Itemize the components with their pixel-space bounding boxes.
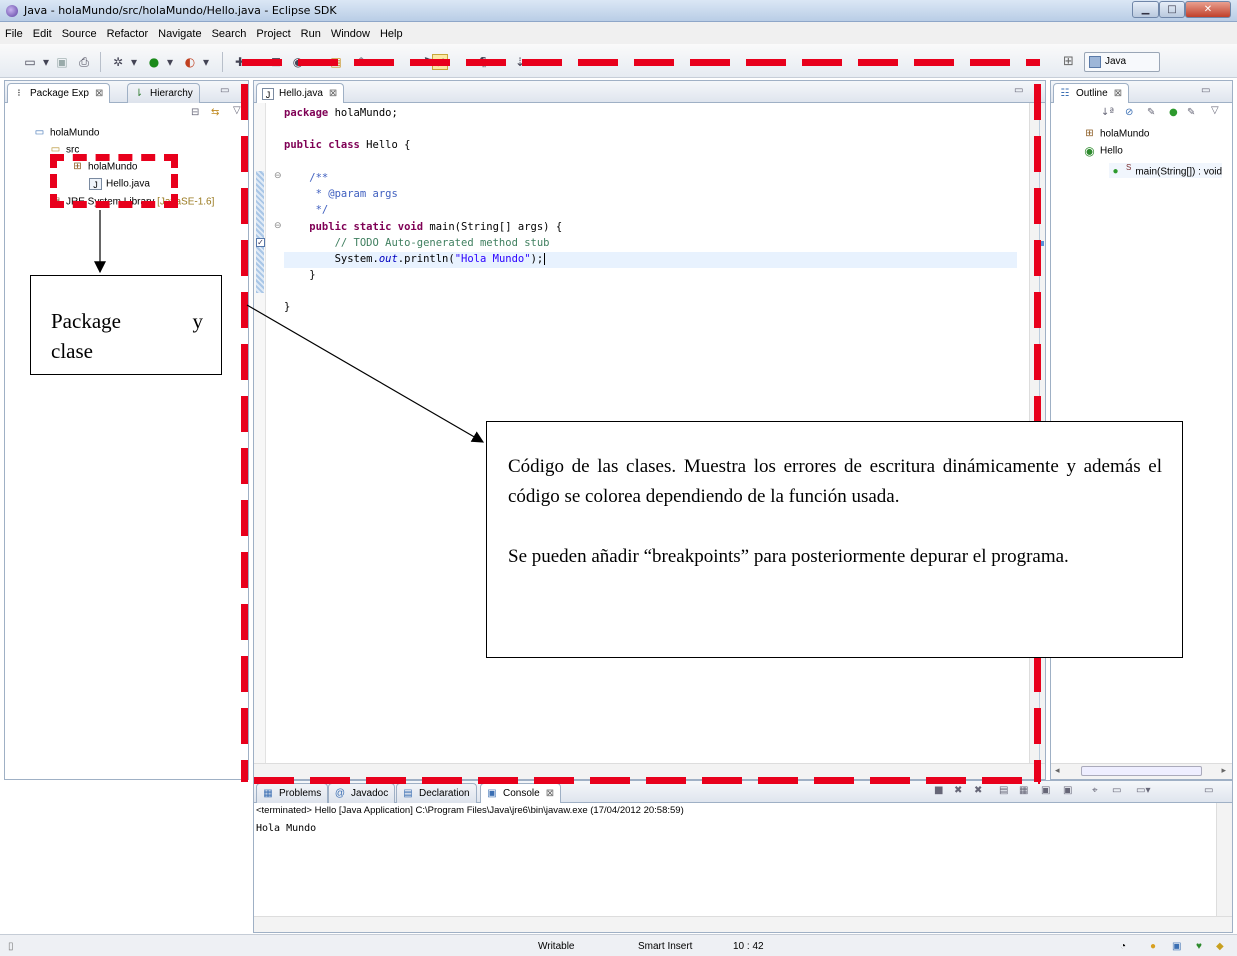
callout-text: clase (51, 339, 93, 363)
callout-text: y (192, 309, 204, 333)
callout-code: Código de las clases. Muestra los errore… (486, 421, 1183, 658)
callout-text: Código de las clases. Muestra los errore… (508, 456, 1162, 507)
callout-text: Se pueden añadir “breakpoints” para post… (508, 546, 1069, 567)
arrow-to-code-callout (246, 304, 485, 443)
callout-package: Package y clase (30, 275, 222, 375)
callout-package-line1: Package y (51, 306, 203, 336)
callout-text: Package (51, 309, 121, 333)
